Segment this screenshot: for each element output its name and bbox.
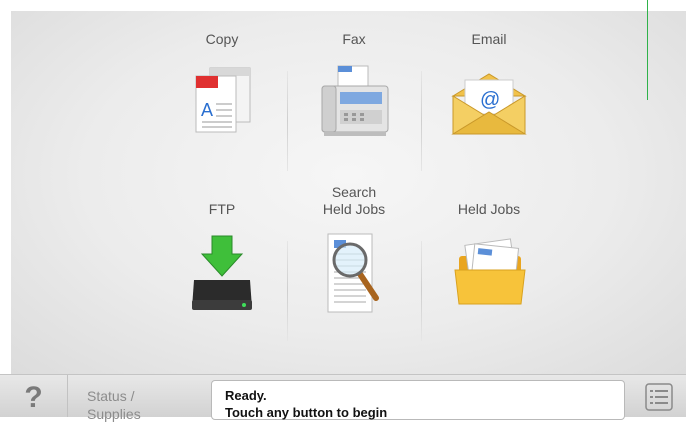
menu-list-icon [645,382,673,416]
column-divider [421,71,422,171]
svg-text:@: @ [480,89,500,111]
search-held-jobs-button[interactable]: Search Held Jobs [294,181,414,331]
indicator-line [647,0,648,100]
bottom-bar: ? Status / Supplies Ready. Touch any but… [0,374,686,422]
ftp-icon [182,226,262,331]
help-icon: ? [24,381,43,414]
status-message-line1: Ready. [225,388,267,403]
email-label: Email [471,31,507,47]
search-held-jobs-label: Search Held Jobs [322,184,386,217]
status-message-line2: Touch any button to begin [225,405,388,420]
status-label-line1: Status / [87,388,135,404]
status-label-line2: Supplies [87,406,141,422]
fax-button[interactable]: Fax [294,11,414,161]
email-button[interactable]: Email @ [429,11,549,161]
held-jobs-label: Held Jobs [457,201,521,217]
ftp-button[interactable]: FTP [162,181,282,331]
help-button[interactable]: ? [0,375,68,417]
fax-icon [314,56,394,161]
fax-label: Fax [342,31,366,47]
column-divider [287,71,288,171]
ftp-label: FTP [208,201,236,217]
column-divider [287,241,288,341]
held-jobs-button[interactable]: Held Jobs [429,181,549,331]
status-message-box: Ready. Touch any button to begin [211,380,625,420]
copy-icon: A [182,56,262,161]
status-supplies-button[interactable]: Status / Supplies [69,375,209,422]
svg-text:A: A [201,100,213,120]
search-held-jobs-icon [314,226,394,331]
copy-label: Copy [205,31,239,47]
copy-button[interactable]: Copy A [162,11,282,161]
menu-button[interactable] [640,381,678,417]
home-screen: Copy A Fax Email @ FTP Search Held Jobs … [11,11,686,374]
email-icon: @ [447,56,531,161]
held-jobs-icon [447,226,531,331]
column-divider [421,241,422,341]
